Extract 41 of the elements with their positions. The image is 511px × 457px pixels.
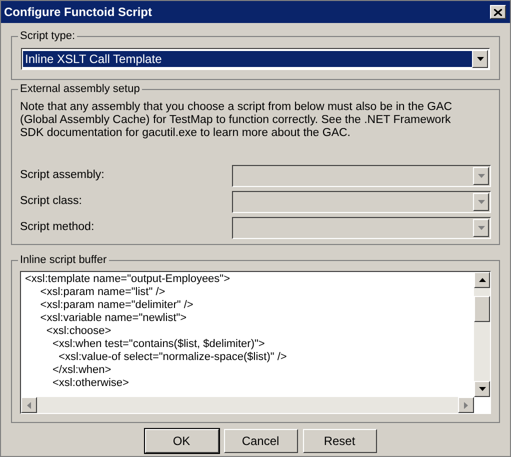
- right-arrow-icon: [464, 402, 468, 408]
- caret-icon: [478, 226, 484, 230]
- group-legend: Inline script buffer: [18, 253, 109, 267]
- code-line: <xsl:when test="contains($list, $delimiter)">: [52, 338, 265, 351]
- code-line: <xsl:param name="list" />: [39, 286, 166, 299]
- window-title: Configure Functoid Script: [4, 4, 152, 21]
- field-label: Script method:: [20, 220, 96, 236]
- group-legend: Script type:: [18, 29, 78, 43]
- code-line: <xsl:choose>: [45, 325, 112, 338]
- dialog-button[interactable]: Cancel: [224, 429, 298, 453]
- vertical-scrollbar[interactable]: [474, 272, 490, 397]
- field-label: Script class:: [20, 194, 83, 210]
- dialog-button[interactable]: Reset: [302, 429, 376, 453]
- caret-icon: [478, 174, 484, 178]
- field-label: Script assembly:: [20, 168, 106, 184]
- scroll-down-button[interactable]: [474, 381, 490, 397]
- scroll-right-button[interactable]: [458, 397, 474, 413]
- assembly-note: Note that any assembly that you choose a script from below must also be in the GAC (Global Assembly Cache) for TestMap to function correctly. See the .NET Framework SDK documentation for gacutil.exe to learn more about the GAC.: [20, 101, 454, 141]
- scroll-up-button[interactable]: [474, 272, 490, 288]
- left-arrow-icon: [27, 402, 31, 408]
- horizontal-scrollbar[interactable]: [21, 397, 474, 413]
- dropdown-value: Inline XSLT Call Template: [23, 51, 472, 67]
- up-arrow-icon: [478, 278, 486, 282]
- code-line: <xsl:value-of select="normalize-space($list)" />: [58, 351, 287, 364]
- code-line: <xsl:variable name="newlist">: [39, 312, 187, 325]
- close-icon: [494, 8, 502, 16]
- caret-icon: [478, 200, 484, 204]
- script-type-dropdown[interactable]: Inline XSLT Call Template: [21, 48, 490, 70]
- close-button[interactable]: [490, 5, 506, 19]
- script-editor[interactable]: [20, 271, 491, 414]
- code-line: <xsl:otherwise>: [52, 377, 129, 390]
- group-legend: External assembly setup: [18, 82, 142, 96]
- caret-icon: [476, 57, 484, 61]
- scroll-left-button[interactable]: [21, 397, 37, 413]
- code-line: <xsl:template name="output-Employees">: [25, 273, 230, 286]
- code-line: <xsl:param name="delimiter" />: [39, 299, 194, 312]
- dropdown-arrow-button[interactable]: [472, 50, 488, 68]
- code-line: </xsl:when>: [52, 364, 112, 377]
- down-arrow-icon: [478, 387, 486, 391]
- scroll-thumb[interactable]: [474, 296, 490, 322]
- dialog-button[interactable]: OK: [144, 429, 218, 453]
